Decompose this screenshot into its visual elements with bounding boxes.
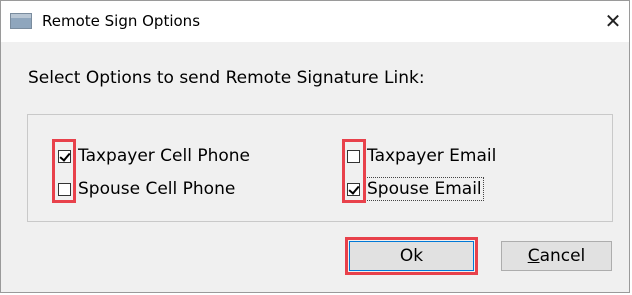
- cancel-accelerator: C: [527, 246, 540, 266]
- instruction-label: Select Options to send Remote Signature …: [28, 68, 425, 88]
- ok-button[interactable]: Ok: [349, 241, 474, 271]
- spouse-email-label[interactable]: Spouse Email: [365, 177, 484, 201]
- title-bar[interactable]: Remote Sign Options ✕: [1, 1, 629, 42]
- taxpayer-email-label[interactable]: Taxpayer Email: [367, 146, 496, 166]
- taxpayer-cell-phone-checkbox[interactable]: [58, 149, 71, 163]
- taxpayer-cell-phone-label[interactable]: Taxpayer Cell Phone: [78, 146, 250, 166]
- window-app-icon: [10, 13, 32, 29]
- options-group-box: [27, 114, 613, 222]
- window-title: Remote Sign Options: [42, 12, 201, 30]
- cancel-button[interactable]: Cancel: [501, 241, 612, 271]
- spouse-email-option[interactable]: Spouse Email: [347, 177, 484, 201]
- cancel-button-label: ancel: [539, 246, 586, 266]
- close-icon[interactable]: ✕: [599, 7, 627, 35]
- taxpayer-email-checkbox[interactable]: [347, 149, 360, 163]
- spouse-cell-phone-label[interactable]: Spouse Cell Phone: [78, 179, 235, 199]
- spouse-cell-phone-option[interactable]: Spouse Cell Phone: [58, 179, 235, 199]
- ok-button-label: Ok: [399, 246, 424, 266]
- spouse-email-checkbox[interactable]: [347, 182, 360, 196]
- spouse-cell-phone-checkbox[interactable]: [58, 182, 71, 196]
- taxpayer-cell-phone-option[interactable]: Taxpayer Cell Phone: [58, 146, 250, 166]
- taxpayer-email-option[interactable]: Taxpayer Email: [347, 146, 496, 166]
- remote-sign-options-dialog: Remote Sign Options ✕ Select Options to …: [0, 0, 630, 293]
